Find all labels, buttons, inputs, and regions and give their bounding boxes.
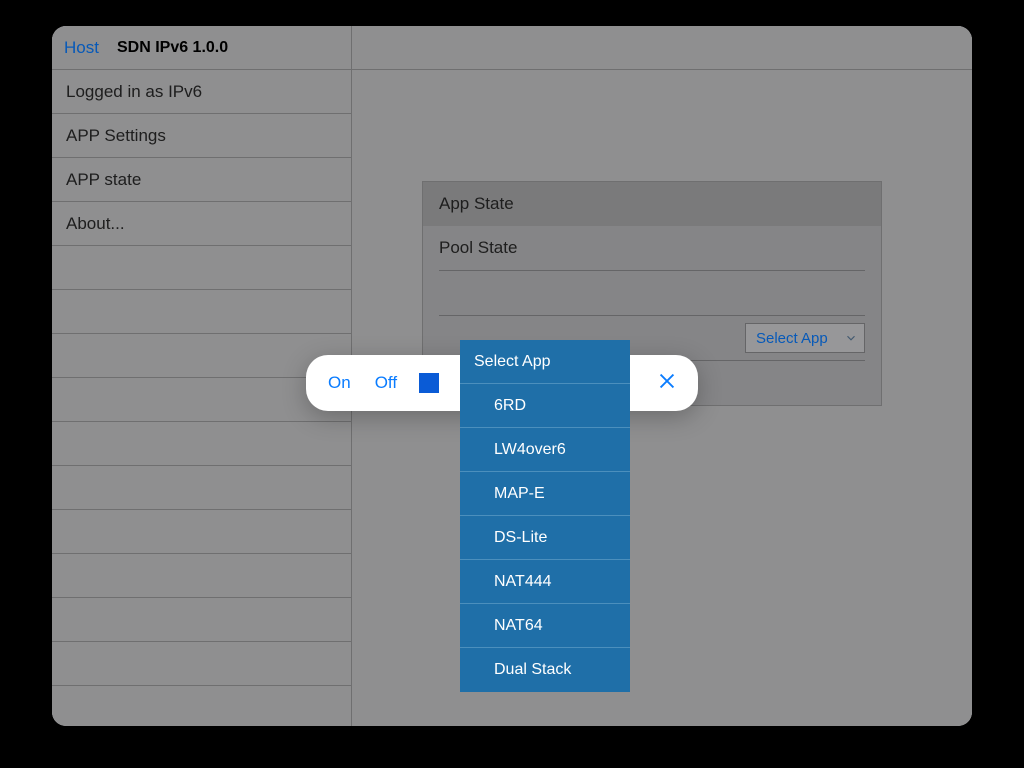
progress-indicator (419, 373, 439, 393)
dropdown-item-lw4over6[interactable]: LW4over6 (460, 428, 630, 472)
segment-group: On Off (328, 373, 397, 393)
sidebar-item-empty (52, 554, 351, 598)
card-header: App State (423, 182, 881, 226)
sidebar-item-about[interactable]: About... (52, 202, 351, 246)
sidebar-item-empty (52, 246, 351, 290)
sidebar-item-app-settings[interactable]: APP Settings (52, 114, 351, 158)
sidebar-list: Logged in as IPv6 APP Settings APP state… (52, 70, 351, 726)
dropdown-item-label: DS-Lite (494, 529, 547, 547)
dropdown-header: Select App (460, 340, 630, 384)
select-app-value: Select App (756, 330, 828, 347)
app-title: SDN IPv6 1.0.0 (117, 39, 228, 57)
sidebar-item-empty (52, 510, 351, 554)
pool-state-label: Pool State (439, 238, 517, 258)
dropdown-item-ds-lite[interactable]: DS-Lite (460, 516, 630, 560)
dropdown-item-nat64[interactable]: NAT64 (460, 604, 630, 648)
sidebar-item-app-state[interactable]: APP state (52, 158, 351, 202)
close-icon (656, 370, 678, 397)
chevron-down-icon (844, 331, 858, 345)
host-link[interactable]: Host (64, 38, 99, 58)
dropdown-title: Select App (474, 353, 551, 371)
dropdown-item-nat444[interactable]: NAT444 (460, 560, 630, 604)
card-title: App State (439, 194, 514, 214)
select-app-dropdown[interactable]: Select App (745, 323, 865, 353)
pool-state-row[interactable]: Pool State (423, 226, 881, 270)
off-button[interactable]: Off (375, 373, 397, 393)
select-app-menu: Select App 6RD LW4over6 MAP-E DS-Lite NA… (460, 340, 630, 692)
sidebar-item-empty (52, 598, 351, 642)
dropdown-item-label: NAT444 (494, 573, 552, 591)
sidebar-item-label: About... (66, 214, 125, 234)
dropdown-item-dual-stack[interactable]: Dual Stack (460, 648, 630, 692)
on-button[interactable]: On (328, 373, 351, 393)
main-header (352, 26, 972, 70)
sidebar-item-label: APP state (66, 170, 141, 190)
sidebar-item-empty (52, 642, 351, 686)
sidebar-item-label: APP Settings (66, 126, 166, 146)
dropdown-item-label: MAP-E (494, 485, 545, 503)
sidebar-header: Host SDN IPv6 1.0.0 (52, 26, 351, 70)
close-button[interactable] (650, 366, 684, 400)
dropdown-item-map-e[interactable]: MAP-E (460, 472, 630, 516)
dropdown-item-label: Dual Stack (494, 661, 571, 679)
dropdown-item-6rd[interactable]: 6RD (460, 384, 630, 428)
dropdown-item-label: NAT64 (494, 617, 543, 635)
sidebar-item-empty (52, 422, 351, 466)
sidebar-item-empty (52, 290, 351, 334)
sidebar-item-empty (52, 466, 351, 510)
sidebar-item-logged-in[interactable]: Logged in as IPv6 (52, 70, 351, 114)
dropdown-item-label: 6RD (494, 397, 526, 415)
sidebar-item-label: Logged in as IPv6 (66, 82, 202, 102)
blank-row (423, 271, 881, 315)
dropdown-item-label: LW4over6 (494, 441, 566, 459)
